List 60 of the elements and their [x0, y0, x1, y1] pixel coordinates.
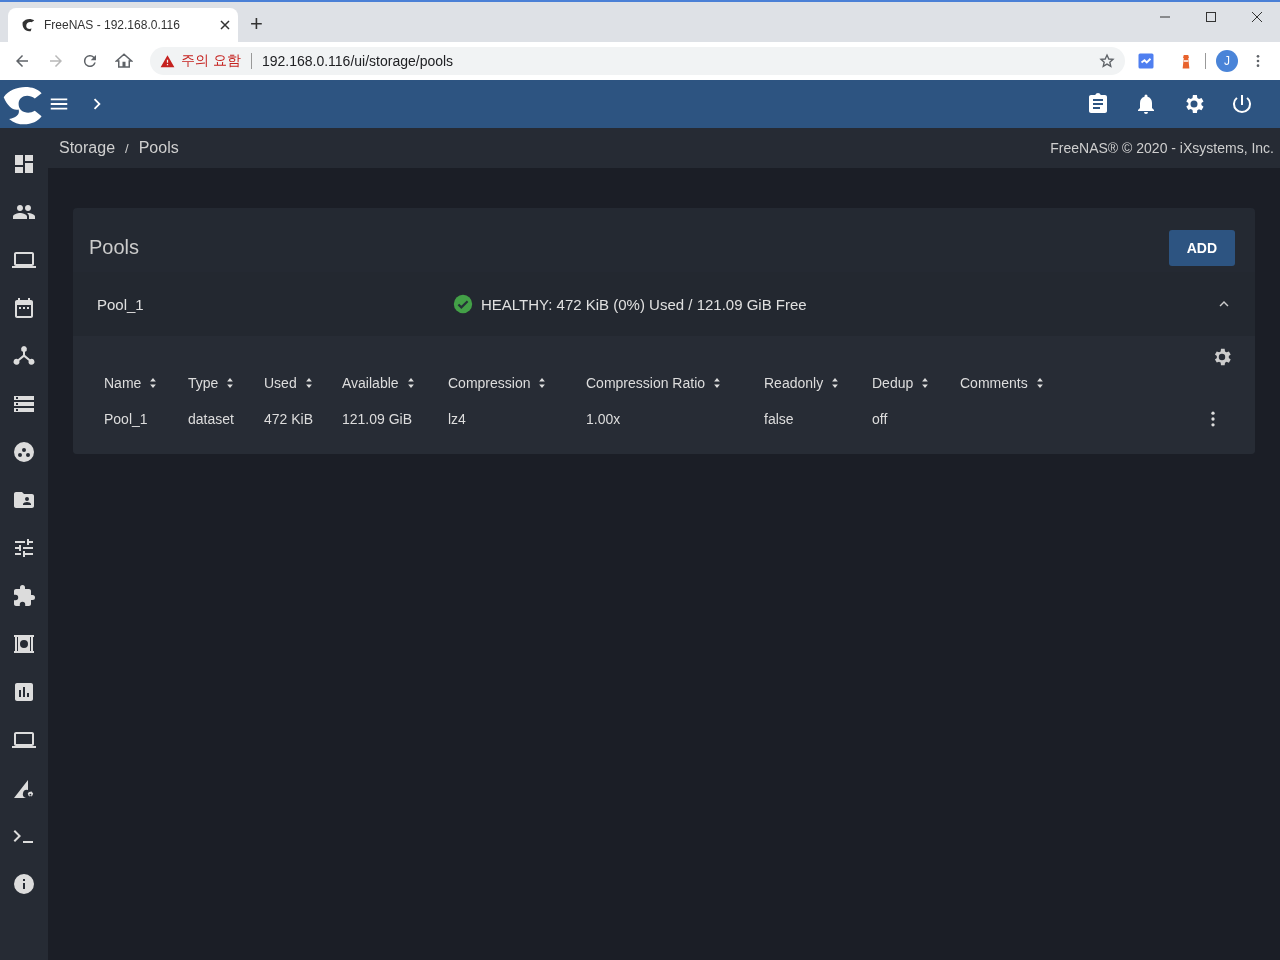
power-icon[interactable] [1230, 92, 1254, 116]
breadcrumb-item[interactable]: Storage [59, 139, 116, 157]
puzzle-icon[interactable] [12, 584, 36, 608]
sort-icon[interactable] [712, 378, 723, 388]
column-header[interactable]: Comments [960, 375, 1028, 391]
close-icon[interactable] [1251, 11, 1263, 23]
dashboard-icon[interactable] [12, 152, 36, 176]
sliders-icon[interactable] [12, 536, 36, 560]
security-warning[interactable]: 주의 요함 [181, 52, 241, 70]
url-text: 192.168.0.116/ui/storage/pools [261, 53, 455, 69]
column-header[interactable]: Used [264, 375, 297, 391]
sort-icon[interactable] [405, 378, 416, 388]
add-button[interactable]: ADD [1168, 229, 1235, 266]
home-icon[interactable] [115, 52, 133, 70]
clipboard-icon[interactable] [1086, 92, 1110, 116]
circle-dots-icon[interactable] [12, 440, 36, 464]
pool-name: Pool_1 [97, 295, 145, 313]
table-cell: Pool_1 [104, 411, 148, 427]
column-header[interactable]: Available [342, 375, 399, 391]
breadcrumb-separator: / [125, 140, 129, 156]
breadcrumb-item: Pools [138, 139, 179, 157]
sort-icon[interactable] [830, 378, 841, 388]
close-tab-icon[interactable] [220, 20, 230, 30]
browser-tab[interactable]: FreeNAS - 192.168.0.116 [8, 8, 238, 42]
table-cell: 472 KiB [264, 411, 314, 427]
sort-icon[interactable] [1034, 378, 1045, 388]
star-icon[interactable] [1099, 53, 1115, 69]
network-icon[interactable] [12, 344, 36, 368]
warning-icon [160, 53, 175, 69]
column-header[interactable]: Compression Ratio [586, 375, 706, 391]
bar-chart-icon[interactable] [12, 680, 36, 704]
table-cell: false [764, 411, 794, 427]
sort-icon[interactable] [225, 378, 236, 388]
info-icon[interactable] [12, 872, 36, 896]
column-header[interactable]: Dedup [872, 375, 914, 391]
address-bar[interactable]: 주의 요함 192.168.0.116/ui/storage/pools [150, 47, 1125, 75]
column-header[interactable]: Readonly [764, 375, 824, 391]
table-cell: dataset [188, 411, 234, 427]
column-header[interactable]: Type [188, 375, 219, 391]
reload-icon[interactable] [81, 52, 99, 70]
table-cell: lz4 [448, 411, 466, 427]
copyright-text: FreeNAS® © 2020 - iXsystems, Inc. [1050, 140, 1274, 156]
pool-status: HEALTHY: 472 KiB (0%) Used / 121.09 GiB Free [481, 295, 807, 313]
calendar-icon[interactable] [12, 296, 36, 320]
table-cell: 1.00x [586, 411, 621, 427]
table-cell: 121.09 GiB [342, 411, 413, 427]
profile-avatar[interactable]: J [1216, 50, 1238, 72]
new-tab-button[interactable]: + [250, 13, 263, 35]
sort-icon[interactable] [920, 378, 931, 388]
sort-icon[interactable] [537, 378, 548, 388]
maximize-icon[interactable] [1205, 11, 1217, 23]
sort-icon[interactable] [303, 378, 314, 388]
card-title: Pools [89, 236, 140, 259]
chart-extension-icon[interactable] [1137, 52, 1155, 70]
table-cell: off [872, 411, 888, 427]
column-header[interactable]: Compression [448, 375, 531, 391]
tab-title: FreeNAS - 192.168.0.116 [44, 18, 181, 32]
sort-icon[interactable] [148, 378, 159, 388]
column-header[interactable]: Name [104, 375, 142, 391]
cage-icon[interactable] [12, 632, 36, 656]
